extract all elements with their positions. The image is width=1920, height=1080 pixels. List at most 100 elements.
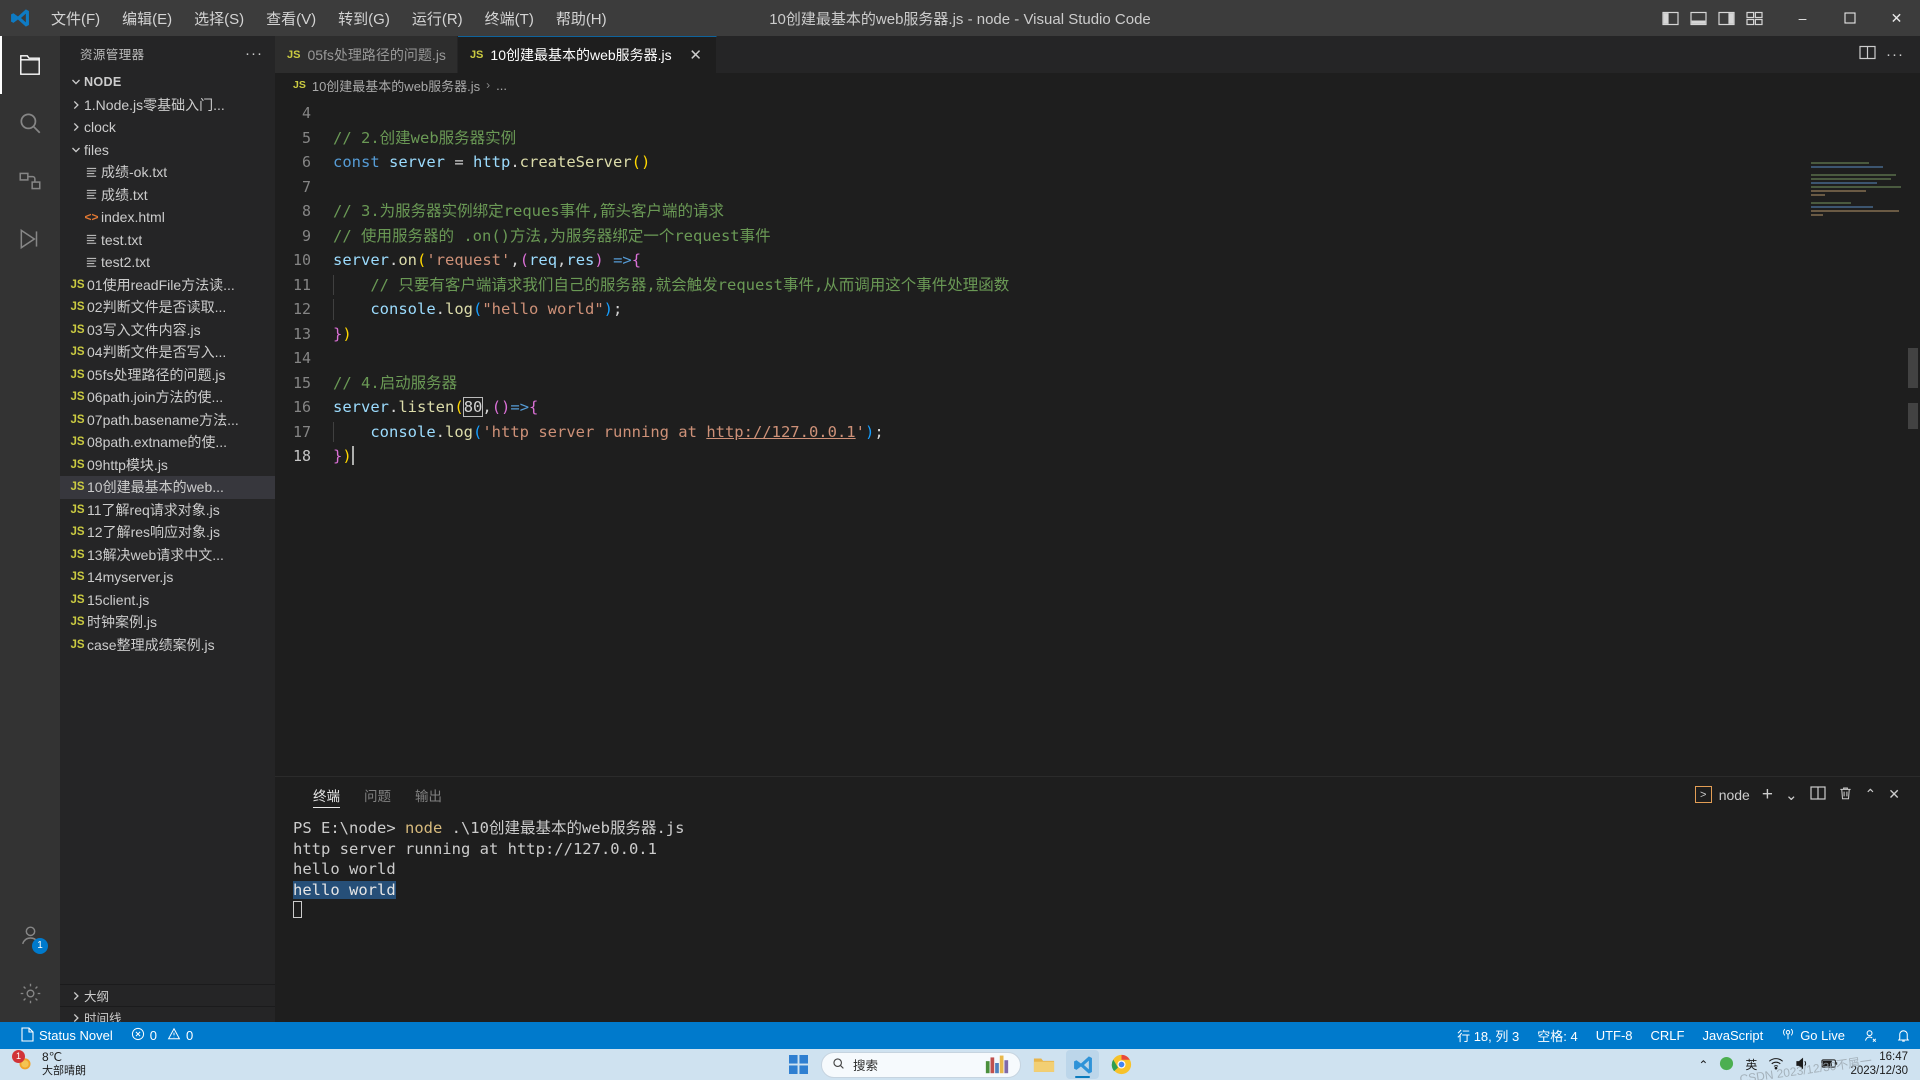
maximize-button[interactable]: [1826, 0, 1873, 36]
tree-item[interactable]: JS 15client.js: [60, 589, 275, 612]
maximize-panel-icon[interactable]: ⌃: [1865, 786, 1877, 803]
tree-root-node[interactable]: NODE: [60, 71, 275, 94]
tree-item[interactable]: test2.txt: [60, 251, 275, 274]
toggle-secondary-sidebar-icon[interactable]: [1715, 7, 1737, 29]
code-line[interactable]: 4: [275, 101, 1920, 126]
activity-explorer-icon[interactable]: [0, 36, 60, 94]
breadcrumb-file[interactable]: 10创建最基本的web服务器.js: [312, 76, 480, 95]
status-problems[interactable]: 0 0: [122, 1022, 202, 1049]
code-line[interactable]: 15 // 4.启动服务器: [275, 371, 1920, 396]
menu-selection[interactable]: 选择(S): [183, 4, 255, 33]
status-novel-item[interactable]: Status Novel: [12, 1022, 122, 1049]
tree-item[interactable]: files: [60, 139, 275, 162]
tree-item[interactable]: 1.Node.js零基础入门...: [60, 94, 275, 117]
taskbar-start-button[interactable]: [782, 1050, 815, 1079]
tree-item[interactable]: JS 时钟案例.js: [60, 611, 275, 634]
close-button[interactable]: ✕: [1873, 0, 1920, 36]
tree-item[interactable]: test.txt: [60, 229, 275, 252]
activity-run-debug-icon[interactable]: [0, 210, 60, 268]
panel-tab-problems[interactable]: 问题: [352, 777, 403, 812]
status-encoding[interactable]: UTF-8: [1587, 1022, 1642, 1049]
code-line[interactable]: 14: [275, 346, 1920, 371]
taskbar-search-box[interactable]: 搜索: [821, 1051, 1021, 1078]
menu-run[interactable]: 运行(R): [401, 4, 474, 33]
menu-view[interactable]: 查看(V): [255, 4, 327, 33]
editor-tab-10web-server[interactable]: JS 10创建最基本的web服务器.js ✕: [457, 36, 717, 73]
menu-bar[interactable]: 文件(F) 编辑(E) 选择(S) 查看(V) 转到(G) 运行(R) 终端(T…: [40, 4, 618, 33]
close-icon[interactable]: ✕: [687, 46, 705, 64]
menu-terminal[interactable]: 终端(T): [474, 4, 545, 33]
status-language-mode[interactable]: JavaScript: [1693, 1022, 1772, 1049]
code-line[interactable]: 11 // 只要有客户端请求我们自己的服务器,就会触发request事件,从而调…: [275, 273, 1920, 298]
code-line[interactable]: 13}): [275, 322, 1920, 347]
tree-item[interactable]: JS 03写入文件内容.js: [60, 319, 275, 342]
tree-item[interactable]: JS 08path.extname的使...: [60, 431, 275, 454]
status-notifications-bell-icon[interactable]: [1887, 1022, 1920, 1049]
code-lines[interactable]: 4 5 // 2.创建web服务器实例 6 const server = http.cr…: [275, 97, 1920, 469]
tree-item[interactable]: JS 06path.join方法的使...: [60, 386, 275, 409]
breadcrumb-more[interactable]: ...: [496, 78, 507, 93]
tree-item[interactable]: JS 11了解req请求对象.js: [60, 499, 275, 522]
scrollbar-thumb-secondary[interactable]: [1908, 403, 1918, 429]
code-line[interactable]: 10 server.on('request',(req,res) =>{: [275, 248, 1920, 273]
code-line[interactable]: 16 server.listen(80,()=>{: [275, 395, 1920, 420]
code-line[interactable]: 8 // 3.为服务器实例绑定reques事件,箭头客户端的请求: [275, 199, 1920, 224]
code-line[interactable]: 12 console.log("hello world");: [275, 297, 1920, 322]
tree-item[interactable]: JS case整理成绩案例.js: [60, 634, 275, 657]
toggle-primary-sidebar-icon[interactable]: [1659, 7, 1681, 29]
tree-item[interactable]: JS 01使用readFile方法读...: [60, 274, 275, 297]
code-line[interactable]: 9 // 使用服务器的 .on()方法,为服务器绑定一个request事件: [275, 224, 1920, 249]
tree-item[interactable]: <> index.html: [60, 206, 275, 229]
tree-item[interactable]: JS 12了解res响应对象.js: [60, 521, 275, 544]
minimize-button[interactable]: –: [1779, 0, 1826, 36]
activity-search-icon[interactable]: [0, 94, 60, 152]
tree-item[interactable]: JS 13解决web请求中文...: [60, 544, 275, 567]
taskbar-file-explorer-icon[interactable]: [1027, 1050, 1060, 1079]
sidebar-section-outline[interactable]: 大纲: [60, 984, 275, 1006]
new-terminal-icon[interactable]: +: [1762, 784, 1773, 806]
minimap[interactable]: [1811, 162, 1906, 217]
panel-tab-output[interactable]: 输出: [403, 777, 454, 812]
menu-help[interactable]: 帮助(H): [545, 4, 618, 33]
menu-file[interactable]: 文件(F): [40, 4, 111, 33]
split-editor-icon[interactable]: [1859, 45, 1876, 65]
chevron-down-icon[interactable]: ⌄: [1785, 786, 1798, 804]
tree-item[interactable]: JS 02判断文件是否读取...: [60, 296, 275, 319]
editor-more-actions-icon[interactable]: ···: [1886, 46, 1904, 63]
terminal-output[interactable]: PS E:\node> node .\10创建最基本的web服务器.js http…: [275, 812, 1920, 921]
taskbar-vscode-icon[interactable]: [1066, 1050, 1099, 1079]
code-line[interactable]: 17 console.log('http server running at h…: [275, 420, 1920, 445]
sidebar-more-actions-icon[interactable]: ···: [245, 45, 263, 62]
code-line[interactable]: 7: [275, 175, 1920, 200]
panel-tab-terminal[interactable]: 终端: [301, 777, 352, 812]
customize-layout-icon[interactable]: [1743, 7, 1765, 29]
activity-settings-gear-icon[interactable]: [0, 964, 60, 1022]
tree-item[interactable]: JS 05fs处理路径的问题.js: [60, 364, 275, 387]
toggle-panel-icon[interactable]: [1687, 7, 1709, 29]
close-panel-icon[interactable]: ✕: [1888, 786, 1900, 803]
taskbar-chrome-icon[interactable]: [1105, 1050, 1138, 1079]
split-terminal-icon[interactable]: [1809, 786, 1826, 803]
editor-tab-05fs[interactable]: JS 05fs处理路径的问题.js: [275, 36, 458, 73]
tree-item[interactable]: 成绩-ok.txt: [60, 161, 275, 184]
activity-source-control-icon[interactable]: [0, 152, 60, 210]
code-line[interactable]: 5 // 2.创建web服务器实例: [275, 126, 1920, 151]
tree-item[interactable]: JS 07path.basename方法...: [60, 409, 275, 432]
tree-item[interactable]: JS 10创建最基本的web...: [60, 476, 275, 499]
menu-edit[interactable]: 编辑(E): [111, 4, 183, 33]
tree-item[interactable]: 成绩.txt: [60, 184, 275, 207]
status-indentation[interactable]: 空格: 4: [1528, 1022, 1586, 1049]
file-tree[interactable]: NODE 1.Node.js零基础入门... clock files 成绩-ok.tx…: [60, 71, 275, 984]
tree-item[interactable]: JS 14myserver.js: [60, 566, 275, 589]
tree-item[interactable]: clock: [60, 116, 275, 139]
activity-accounts-icon[interactable]: 1: [0, 906, 60, 964]
breadcrumb[interactable]: JS 10创建最基本的web服务器.js › ...: [275, 73, 1920, 97]
code-line[interactable]: 18}): [275, 444, 1920, 469]
terminal-instance-selector[interactable]: > node: [1694, 786, 1750, 803]
status-remote-account[interactable]: [1854, 1022, 1887, 1049]
kill-terminal-trash-icon[interactable]: [1838, 786, 1853, 804]
status-cursor-position[interactable]: 行 18, 列 3: [1448, 1022, 1528, 1049]
status-eol[interactable]: CRLF: [1642, 1022, 1694, 1049]
tree-item[interactable]: JS 09http模块.js: [60, 454, 275, 477]
scrollbar-thumb[interactable]: [1908, 348, 1918, 388]
